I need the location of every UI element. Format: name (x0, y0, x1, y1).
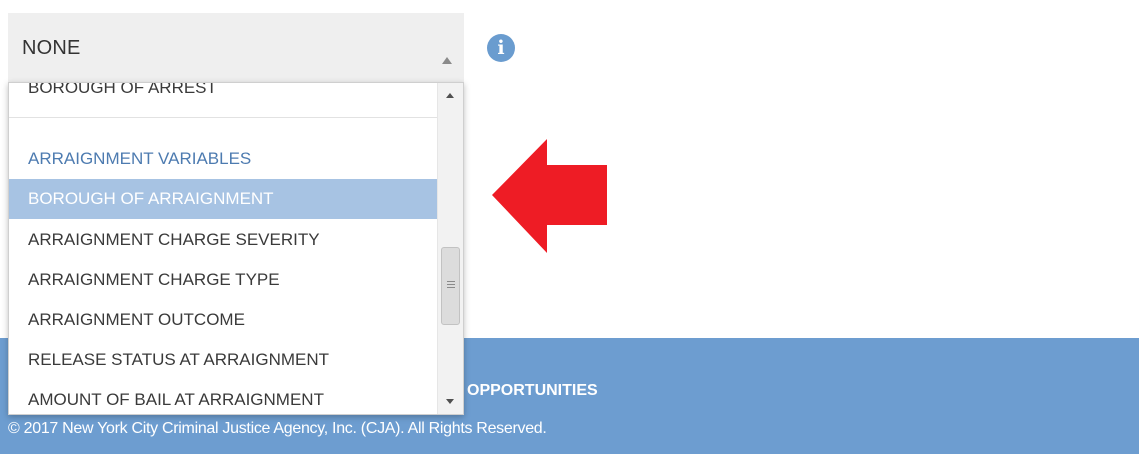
caret-up-icon[interactable] (442, 57, 452, 64)
option-borough-of-arrest[interactable]: BOROUGH OF ARREST (9, 83, 437, 108)
option-borough-of-arraignment[interactable]: BOROUGH OF ARRAIGNMENT (9, 179, 437, 219)
option-amount-of-bail-at-arraignment[interactable]: AMOUNT OF BAIL AT ARRAIGNMENT (9, 380, 437, 414)
footer-copyright: © 2017 New York City Criminal Justice Ag… (8, 420, 547, 437)
red-arrow-left-icon (492, 139, 607, 253)
scroll-up-arrow-icon[interactable] (446, 93, 454, 98)
group-label-arraignment-variables: ARRAIGNMENT VARIABLES (28, 149, 252, 168)
option-arraignment-charge-type[interactable]: ARRAIGNMENT CHARGE TYPE (9, 260, 437, 300)
dropdown-list: BOROUGH OF ARREST ARRAIGNMENT VARIABLES … (9, 83, 437, 414)
info-icon[interactable]: i (487, 34, 515, 62)
grip-icon (447, 281, 455, 289)
option-release-status-at-arraignment[interactable]: RELEASE STATUS AT ARRAIGNMENT (9, 340, 437, 380)
select-dropdown: BOROUGH OF ARREST ARRAIGNMENT VARIABLES … (8, 82, 464, 415)
option-arraignment-outcome[interactable]: ARRAIGNMENT OUTCOME (9, 300, 437, 340)
dropdown-scrollbar[interactable] (437, 83, 463, 414)
scrollbar-thumb[interactable] (441, 247, 460, 325)
dropdown-divider (9, 117, 437, 118)
scroll-down-arrow-icon[interactable] (446, 399, 454, 404)
option-arraignment-charge-severity[interactable]: ARRAIGNMENT CHARGE SEVERITY (9, 220, 437, 260)
footer-link-opportunities[interactable]: OPPORTUNITIES (467, 382, 598, 400)
variable-select[interactable]: NONE (8, 13, 464, 83)
select-value: NONE (22, 37, 81, 59)
